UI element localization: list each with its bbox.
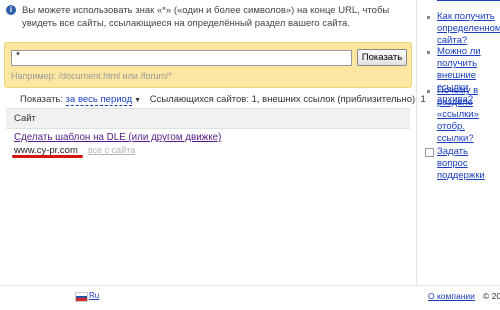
russian-flag-icon	[75, 292, 88, 302]
footer-divider	[0, 285, 500, 286]
bullet-icon	[427, 51, 430, 54]
info-icon: i	[6, 5, 16, 15]
show-label: Показать:	[20, 94, 64, 105]
faq-link-3[interactable]: Почему в разделе «ссылки» отобр. ссылки?	[437, 85, 500, 145]
sidebar-divider	[416, 0, 417, 285]
column-header-site: Сайт	[14, 113, 36, 124]
ask-support-link[interactable]: Задать вопрос поддержки	[437, 146, 500, 182]
url-filter-panel: Показать Например: /document.html или /f…	[4, 42, 412, 88]
language-link[interactable]: Ru	[89, 291, 99, 300]
sidebar-top-rule	[437, 0, 500, 1]
filter-row: Показать: за весь период ▼ Ссылающихся са…	[20, 94, 426, 106]
table-header: Сайт	[6, 108, 410, 129]
result-page-link[interactable]: Сделать шаблон на DLE (или другом движке…	[14, 132, 221, 143]
links-stats: Ссылающихся сайтов: 1, внешних ссылок (п…	[149, 94, 426, 105]
message-icon	[425, 148, 434, 157]
url-filter-input[interactable]	[11, 50, 352, 66]
faq-link-1[interactable]: Как получить определенном сайта?	[437, 11, 500, 47]
all-from-site-link[interactable]: все с сайта	[88, 145, 135, 155]
red-highlight-underline	[12, 155, 83, 158]
show-button[interactable]: Показать	[357, 49, 407, 66]
info-text: Вы можете использовать знак «*» («один и…	[22, 5, 390, 29]
copyright: © 20	[483, 291, 500, 301]
search-hint: Например: /document.html или /forum/*	[11, 71, 172, 81]
about-company-link[interactable]: О компании	[428, 291, 475, 301]
info-message: i Вы можете использовать знак «*» («один…	[6, 4, 416, 30]
period-dropdown[interactable]: за весь период	[65, 94, 133, 106]
bullet-icon	[427, 90, 430, 93]
bullet-icon	[427, 16, 430, 19]
chevron-down-icon[interactable]: ▼	[134, 97, 141, 104]
